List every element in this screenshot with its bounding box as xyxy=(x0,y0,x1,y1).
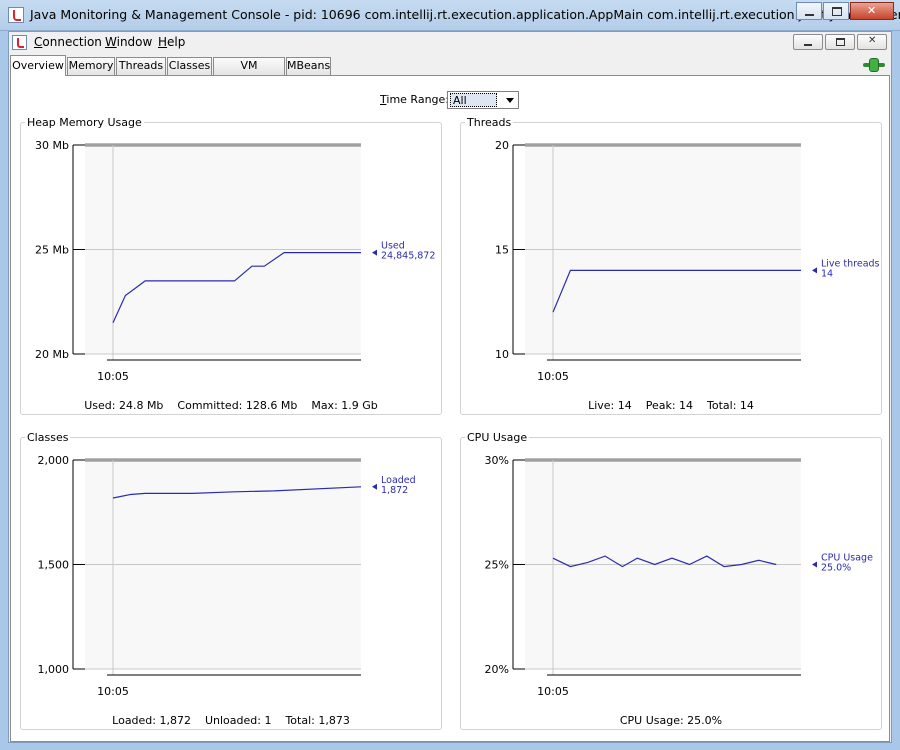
y-tick-label: 30% xyxy=(485,454,509,467)
menu-mnemonic: W xyxy=(105,35,117,49)
series-value: 1,872 xyxy=(381,485,408,496)
minimize-frame-button[interactable] xyxy=(793,34,823,50)
y-tick-label: 30 Mb xyxy=(35,139,69,152)
chart-plot: 10152010:05Live threads14 xyxy=(495,139,880,383)
classes-chart: Classes 1,000 1,500 2,000 10:05 Loaded 1,872 … xyxy=(20,431,442,730)
series-value: 24,845,872 xyxy=(381,251,435,262)
window-controls xyxy=(795,2,894,20)
tab-mbeans[interactable]: MBeans xyxy=(286,57,331,75)
x-tick-label: 10:05 xyxy=(97,685,129,698)
series-marker-arrow xyxy=(812,267,817,274)
y-tick-label: 10 xyxy=(495,348,509,361)
x-tick-label: 10:05 xyxy=(537,685,569,698)
minimize-window-button[interactable] xyxy=(796,2,822,20)
cpu-usage-chart: CPU Usage 20% 25% 30% 10:05 CPU Usage 25.0% C… xyxy=(460,431,882,730)
close-window-button[interactable] xyxy=(850,2,894,20)
y-tick-label: 20 Mb xyxy=(35,348,69,361)
y-tick-label: 20% xyxy=(485,663,509,676)
close-frame-button[interactable] xyxy=(857,34,887,50)
time-range-select[interactable]: All xyxy=(447,91,519,109)
overview-panel: Time Range: All Heap Memory Usage 20 Mb 2… xyxy=(10,75,890,742)
y-tick-label: 20 xyxy=(495,139,509,152)
menu-label: indow xyxy=(116,35,153,49)
x-tick-label: 10:05 xyxy=(97,370,129,383)
y-tick-label: 15 xyxy=(495,244,509,257)
window-titlebar[interactable]: Java Monitoring & Management Console - p… xyxy=(0,0,900,31)
menu-connection[interactable]: Connection xyxy=(34,35,102,49)
series-marker-arrow xyxy=(372,249,377,256)
chart-plot: 20%25%30%10:05CPU Usage25.0% xyxy=(485,454,874,698)
threads-chart: Threads 10 15 20 10:05 Live threads 14 Live: … xyxy=(460,116,882,415)
chart-info: Live: 14 Peak: 14 Total: 14 xyxy=(588,399,754,412)
chart-plot: 20 Mb25 Mb30 Mb10:05Used24,845,872 xyxy=(35,139,435,383)
java-app-icon[interactable] xyxy=(8,7,24,23)
tab-classes[interactable]: Classes xyxy=(167,57,212,75)
menu-help[interactable]: Help xyxy=(158,35,185,49)
menu-bar: Connection Window Help xyxy=(9,32,891,54)
menu-mnemonic: H xyxy=(158,35,168,49)
y-tick-label: 25% xyxy=(485,559,509,572)
heap-memory-chart: Heap Memory Usage 20 Mb 25 Mb 30 Mb 10:05 Us… xyxy=(20,116,442,415)
x-tick-label: 10:05 xyxy=(537,370,569,383)
tab-overview[interactable]: Overview xyxy=(10,55,66,76)
series-marker-arrow xyxy=(372,483,377,490)
y-tick-label: 25 Mb xyxy=(35,244,69,257)
time-range-label: Time Range: xyxy=(380,93,449,106)
menu-label: elp xyxy=(167,35,186,49)
time-range-label-text: ime Range: xyxy=(386,93,449,106)
chart-info: CPU Usage: 25.0% xyxy=(619,714,723,727)
series-marker-arrow xyxy=(812,561,817,568)
internal-frame-controls xyxy=(791,34,887,50)
chart-info: Loaded: 1,872 Unloaded: 1 Total: 1,873 xyxy=(112,714,350,727)
maximize-window-button[interactable] xyxy=(823,2,849,20)
series-value: 14 xyxy=(821,268,833,279)
time-range-value: All xyxy=(450,93,497,107)
tab-threads[interactable]: Threads xyxy=(116,57,166,75)
y-tick-label: 1,000 xyxy=(38,663,70,676)
menu-label: onnection xyxy=(42,35,102,49)
window-title: Java Monitoring & Management Console - p… xyxy=(30,7,900,22)
restore-frame-button[interactable] xyxy=(825,34,855,50)
chart-plot: 1,0001,5002,00010:05Loaded1,872 xyxy=(38,454,416,698)
tab-strip: Overview Memory Threads Classes VM Summa… xyxy=(9,55,891,88)
tab-memory[interactable]: Memory xyxy=(67,57,115,75)
connection-status-icon[interactable] xyxy=(863,58,885,72)
y-tick-label: 1,500 xyxy=(38,559,70,572)
chart-info: Used: 24.8 Mb Committed: 128.6 Mb Max: 1… xyxy=(84,399,378,412)
y-tick-label: 2,000 xyxy=(38,454,70,467)
java-frame-icon[interactable] xyxy=(12,35,27,50)
menu-window[interactable]: Window xyxy=(105,35,152,49)
series-value: 25.0% xyxy=(821,563,851,574)
tab-vm-summary[interactable]: VM Summary xyxy=(213,57,285,88)
chevron-down-icon[interactable] xyxy=(506,98,514,103)
client-area: Connection Window Help Overview Memory T… xyxy=(8,31,892,743)
